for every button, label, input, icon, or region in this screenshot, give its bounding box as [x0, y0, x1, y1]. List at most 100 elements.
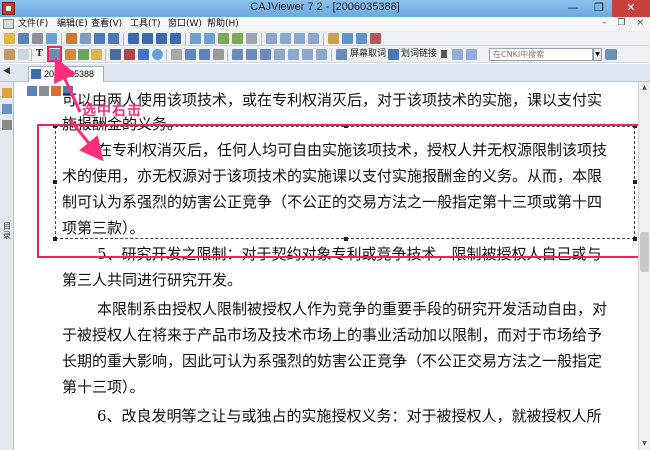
- annotation-highlight-box: [37, 124, 638, 258]
- last-page-icon[interactable]: [170, 33, 181, 44]
- document-menu-icon[interactable]: [3, 19, 14, 29]
- word-link-icon[interactable]: [388, 49, 399, 60]
- toolbar-separator: [166, 49, 167, 61]
- doc-line-8: 第三人共同进行研究开发。: [62, 271, 243, 289]
- image-select-highlight: [47, 46, 62, 62]
- note-icon[interactable]: [185, 49, 196, 60]
- back-icon[interactable]: [190, 33, 201, 44]
- outline-panel-icon[interactable]: [2, 104, 12, 114]
- page-prev-icon[interactable]: [232, 49, 243, 60]
- menu-tools[interactable]: 工具(T): [130, 17, 161, 31]
- tools-toolbar: T 屏幕取词 划词链接 在CNKI中搜索 ▼: [0, 46, 650, 63]
- menu-edit[interactable]: 编辑(E): [57, 17, 88, 31]
- tab-scroll-left-icon[interactable]: ◀: [3, 66, 10, 76]
- doc-line-12: 第十三项）。: [62, 378, 145, 396]
- annotation-label: 选中右击: [82, 103, 142, 119]
- scroll-thumb[interactable]: [640, 232, 649, 272]
- screen-capture-button[interactable]: 屏幕取词: [350, 48, 386, 61]
- ellipse-tool-icon[interactable]: [152, 49, 163, 60]
- doc-line-11: 长期的重大影响，因此可认为系强烈的妨害公正竞争（不公正交易方法之一般指定: [62, 352, 603, 370]
- forward-icon[interactable]: [204, 33, 215, 44]
- fit-page-icon[interactable]: [218, 33, 229, 44]
- open-folder-icon[interactable]: [4, 33, 15, 44]
- toolbar-separator: [31, 49, 32, 61]
- rectangle-tool-icon[interactable]: [138, 49, 149, 60]
- mini-print-icon[interactable]: [39, 86, 49, 96]
- scroll-down-icon[interactable]: ▼: [639, 438, 650, 450]
- highlight-tool-icon[interactable]: [91, 49, 102, 60]
- vertical-scrollbar[interactable]: ▲ ▼: [638, 82, 650, 450]
- menu-window[interactable]: 窗口(W): [168, 17, 202, 31]
- menu-help[interactable]: 帮助(H): [207, 17, 239, 31]
- zoom-in-icon[interactable]: [94, 33, 105, 44]
- menu-view[interactable]: 查看(V): [91, 17, 122, 31]
- reading-mode-icon[interactable]: [356, 33, 367, 44]
- facing-page-icon[interactable]: [294, 33, 305, 44]
- document-tab-icon: [31, 69, 41, 79]
- pencil-icon[interactable]: [110, 49, 121, 60]
- document-window-controls[interactable]: – ❐ ×: [602, 18, 648, 28]
- zoom-out-icon[interactable]: [108, 33, 119, 44]
- full-screen-icon[interactable]: [342, 33, 353, 44]
- layout-icon[interactable]: [274, 49, 285, 60]
- fit-width-icon[interactable]: [232, 33, 243, 44]
- hand-icon[interactable]: [4, 49, 15, 60]
- actual-size-icon[interactable]: [246, 33, 257, 44]
- mini-copy-icon[interactable]: [51, 86, 61, 96]
- doc-line-1: 可以由两人使用该项技术，或在专利权消灭后，对于该项技术的实施，课以支付实: [62, 91, 603, 109]
- eraser-icon[interactable]: [171, 49, 182, 60]
- ocr-icon[interactable]: [65, 49, 76, 60]
- annotation-panel-icon[interactable]: [2, 120, 12, 130]
- mini-save-icon[interactable]: [27, 86, 37, 96]
- toolbar-separator: [227, 49, 228, 61]
- maximize-button[interactable]: ❐: [586, 0, 612, 17]
- hand-tool-icon[interactable]: [66, 33, 77, 44]
- continuous-page-icon[interactable]: [280, 33, 291, 44]
- toolbar-separator: [323, 33, 324, 45]
- knowledge-icon[interactable]: [199, 49, 210, 60]
- word-link-button[interactable]: 划词链接: [401, 48, 437, 61]
- email-icon[interactable]: [46, 33, 57, 44]
- menu-file[interactable]: 文件(F): [18, 17, 48, 31]
- screen-capture-icon[interactable]: [336, 49, 347, 60]
- previous-page-icon[interactable]: [142, 33, 153, 44]
- toolbar-separator: [261, 33, 262, 45]
- search-text-icon[interactable]: [370, 33, 381, 44]
- dropdown-arrow-icon[interactable]: [441, 50, 447, 58]
- single-page-icon[interactable]: [266, 33, 277, 44]
- print-icon[interactable]: [32, 33, 43, 44]
- scroll-up-icon[interactable]: ▲: [639, 82, 650, 94]
- list-icon[interactable]: [302, 49, 313, 60]
- doc-line-10: 于被授权人在将来于产品市场及技术市场上的事业活动加以限制，而对于市场给予: [62, 326, 603, 344]
- cnki-search-input[interactable]: 在CNKI中搜索: [489, 48, 593, 61]
- minimize-button[interactable]: —: [560, 0, 586, 17]
- bookmark-icon[interactable]: [328, 33, 339, 44]
- stamp-icon[interactable]: [213, 49, 224, 60]
- rotate-icon[interactable]: [308, 33, 319, 44]
- toolbar-separator: [105, 49, 106, 61]
- toolbar-separator: [185, 33, 186, 45]
- prev-result-icon[interactable]: [452, 49, 463, 60]
- save-icon[interactable]: [18, 33, 29, 44]
- title-bar: CAJViewer 7.2 - [2006035388] — ❐ ✕: [0, 0, 650, 17]
- line-tool-icon[interactable]: [124, 49, 135, 60]
- search-icon[interactable]: [605, 49, 617, 60]
- thumbnail-icon[interactable]: [316, 49, 327, 60]
- grid-icon[interactable]: [288, 49, 299, 60]
- search-dropdown-button[interactable]: ▼: [593, 48, 602, 61]
- document-view[interactable]: 可以由两人使用该项技术，或在专利权消灭后，对于该项技术的实施，课以支付实 施报酬…: [15, 82, 638, 450]
- tab-document[interactable]: 2006035388: [28, 66, 104, 82]
- first-page-icon[interactable]: [128, 33, 139, 44]
- next-result-icon[interactable]: [466, 49, 477, 60]
- next-page-icon[interactable]: [156, 33, 167, 44]
- page-next-icon[interactable]: [246, 49, 257, 60]
- bookmark-panel-icon[interactable]: [2, 88, 12, 98]
- sidebar-vertical-label[interactable]: 目录: [2, 222, 12, 240]
- page-zoom-icon[interactable]: [260, 49, 271, 60]
- text-select-icon[interactable]: T: [36, 48, 43, 61]
- select-tool-icon[interactable]: [80, 33, 91, 44]
- close-button[interactable]: ✕: [612, 0, 650, 17]
- arrow-select-icon[interactable]: [18, 49, 29, 60]
- main-toolbar: [0, 31, 650, 46]
- copy-icon[interactable]: [78, 49, 89, 60]
